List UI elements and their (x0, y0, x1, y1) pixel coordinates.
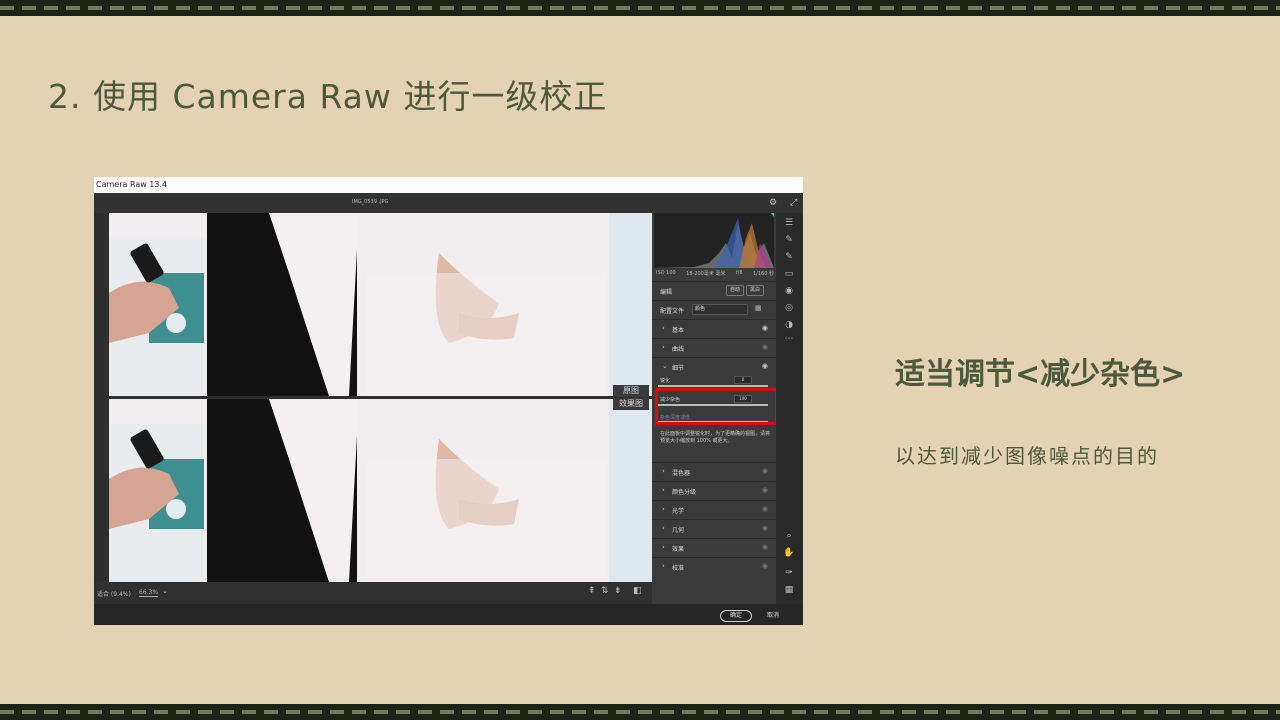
panel-mixer[interactable]: › 混色器 ◉ (652, 462, 776, 481)
red-eye-icon[interactable]: ◎ (783, 302, 795, 314)
chevron-right-icon: › (662, 505, 665, 513)
gradient-icon[interactable]: ▭ (783, 268, 795, 280)
dialog-footer: 确定 取消 (94, 604, 803, 625)
crop-icon[interactable]: ✎ (783, 234, 795, 246)
before-image (109, 213, 652, 396)
panel-detail-label: 细节 (672, 365, 685, 372)
ok-button[interactable]: 确定 (720, 610, 752, 622)
eye-icon[interactable]: ◉ (762, 324, 768, 332)
tool-strip: ☰ ✎ ✎ ▭ ◉ ◎ ◑ ⋯ ⌕ ✋ ✑ ▦ (776, 213, 803, 604)
detail-note: 在此面板中调整锐化时，为了更精确的视图，请将预览大小缩放到 100% 或更大。 (660, 431, 771, 444)
status-bar: 适合 (9.4%) 66.3% ⌄ ⇞ ⇅ ⇟ ◧ (94, 582, 652, 604)
auto-button[interactable]: 自动 (726, 285, 744, 296)
bottom-decorative-stripe (0, 704, 1280, 720)
eye-icon[interactable]: ◉ (762, 505, 768, 513)
eye-icon[interactable]: ◉ (762, 562, 768, 570)
more-icon[interactable]: ⋯ (783, 333, 795, 345)
after-label: 效果图 (613, 398, 649, 410)
panel-calibration[interactable]: › 校准 ◉ (652, 557, 776, 576)
window-title: Camera Raw 13.4 (96, 180, 168, 189)
right-heading: 适当调节<减少杂色> (895, 357, 1186, 392)
chevron-right-icon: › (662, 543, 665, 551)
edit-sliders-icon[interactable]: ☰ (783, 217, 795, 229)
panel-curve[interactable]: › 曲线 ◉ (652, 338, 776, 357)
image-canvas[interactable]: 原图 效果图 (94, 213, 652, 582)
right-description: 以达到减少图像噪点的目的 (895, 444, 1159, 468)
aperture-value: f/8 (735, 270, 743, 276)
panel-optics-label: 光学 (672, 508, 685, 515)
hand-tool-icon[interactable]: ✋ (783, 547, 795, 559)
grid-icon[interactable]: ▦ (783, 584, 795, 596)
lens-value: 18-200毫米 毫米 (686, 271, 726, 277)
bw-button[interactable]: 黑白 (746, 285, 764, 296)
eye-icon[interactable]: ◉ (762, 343, 768, 351)
camera-metadata: ISO 100 18-200毫米 毫米 f/8 1/160 秒 (656, 270, 774, 277)
chevron-right-icon: › (662, 562, 665, 570)
edit-label: 编辑 (660, 289, 673, 296)
panel-color-grading-label: 颜色分级 (672, 489, 697, 496)
chevron-right-icon: › (662, 486, 665, 494)
cancel-button[interactable]: 取消 (767, 610, 779, 622)
panel-geometry-label: 几何 (672, 527, 685, 534)
edit-header: 编辑 自动 黑白 (652, 281, 776, 300)
slide-title: 2. 使用 Camera Raw 进行一级校正 (48, 77, 608, 116)
copy-settings-icon[interactable]: ⇟ (614, 586, 622, 596)
panel-mixer-label: 混色器 (672, 470, 691, 477)
panel-geometry[interactable]: › 几何 ◉ (652, 519, 776, 538)
chevron-right-icon: › (662, 524, 665, 532)
panel-basic[interactable]: › 基本 ◉ (652, 319, 776, 338)
eye-icon[interactable]: ◉ (762, 486, 768, 494)
zoom-dropdown-icon[interactable]: ⌄ (162, 587, 168, 595)
camera-raw-screenshot: Camera Raw 13.4 IMG_0539 .JPG ⚙ ⤢ 原图 效果图… (94, 177, 803, 625)
brush-icon[interactable]: ✎ (783, 251, 795, 263)
fullscreen-icon[interactable]: ⤢ (790, 198, 797, 208)
presets-icon[interactable]: ◑ (783, 319, 795, 331)
sampler-tool-icon[interactable]: ✑ (783, 567, 795, 579)
profile-select[interactable]: 颜色 (692, 304, 748, 315)
gear-icon[interactable]: ⚙ (769, 198, 777, 208)
swap-icon[interactable]: ⇅ (601, 586, 609, 596)
top-decorative-stripe (0, 0, 1280, 16)
radial-filter-icon[interactable]: ◉ (783, 285, 795, 297)
eye-icon[interactable]: ◉ (762, 543, 768, 551)
fit-zoom-option[interactable]: 适合 (9.4%) (97, 589, 131, 598)
panel-effects[interactable]: › 效果 ◉ (652, 538, 776, 557)
chevron-down-icon: ⌄ (662, 362, 668, 370)
window-titlebar: Camera Raw 13.4 (94, 177, 803, 193)
panel-calibration-label: 校准 (672, 565, 685, 572)
panel-color-grading[interactable]: › 颜色分级 ◉ (652, 481, 776, 500)
after-image (109, 399, 652, 582)
eye-icon[interactable]: ◉ (762, 524, 768, 532)
toggle-view-icon[interactable]: ◧ (633, 586, 642, 596)
chevron-right-icon: › (662, 343, 665, 351)
sharpen-label: 锐化 (660, 378, 671, 384)
chevron-right-icon: › (662, 467, 665, 475)
eye-icon[interactable]: ◉ (762, 467, 768, 475)
eye-icon[interactable]: ◉ (762, 362, 768, 370)
panel-curve-label: 曲线 (672, 346, 685, 353)
chevron-right-icon: › (662, 324, 665, 332)
sharpen-value[interactable]: 0 (734, 376, 752, 384)
noise-reduction-highlight (655, 388, 778, 425)
panel-effects-label: 效果 (672, 546, 685, 553)
before-after-icon[interactable]: ⇞ (588, 586, 596, 596)
profile-browser-icon[interactable]: ▦ (755, 304, 762, 312)
sharpen-slider[interactable] (658, 385, 768, 387)
panel-basic-label: 基本 (672, 327, 685, 334)
histogram (654, 213, 774, 268)
zoom-level[interactable]: 66.3% (139, 589, 159, 597)
iso-value: ISO 100 (656, 270, 676, 276)
before-label: 原图 (613, 385, 649, 397)
profile-label: 配置文件 (660, 308, 685, 315)
document-topbar: IMG_0539 .JPG ⚙ ⤢ (94, 193, 803, 213)
shutter-value: 1/160 秒 (752, 271, 774, 277)
filename: IMG_0539 .JPG (352, 199, 389, 205)
zoom-tool-icon[interactable]: ⌕ (783, 530, 795, 542)
profile-row: 配置文件 颜色 ▦ (652, 300, 776, 319)
panel-detail[interactable]: ⌄ 细节 ◉ (652, 357, 776, 376)
panel-optics[interactable]: › 光学 ◉ (652, 500, 776, 519)
